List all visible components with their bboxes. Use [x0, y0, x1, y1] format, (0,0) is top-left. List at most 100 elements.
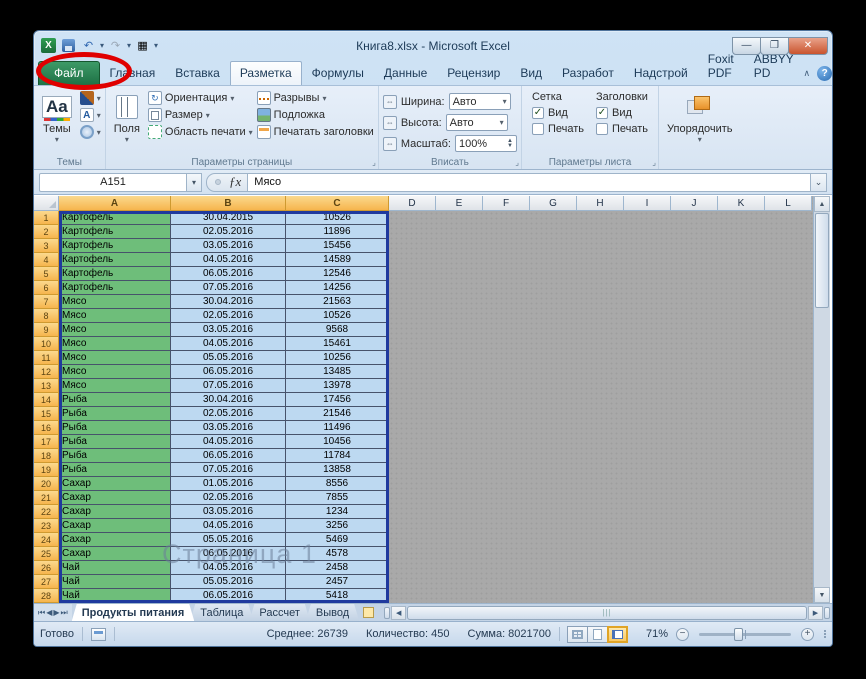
zoom-out-icon[interactable]: − [676, 628, 689, 641]
cell-value[interactable]: 11896 [286, 225, 389, 239]
cell-date[interactable]: 07.05.2016 [171, 463, 286, 477]
row-header-26[interactable]: 26 [34, 561, 59, 575]
zoom-in-icon[interactable]: + [801, 628, 814, 641]
row-header-9[interactable]: 9 [34, 323, 59, 337]
cell-value[interactable]: 15456 [286, 239, 389, 253]
name-box-dropdown-icon[interactable]: ▾ [187, 173, 202, 192]
zoom-level[interactable]: 71% [636, 628, 668, 640]
normal-view-icon[interactable] [567, 626, 588, 643]
row-header-18[interactable]: 18 [34, 449, 59, 463]
select-all-button[interactable] [34, 196, 59, 211]
checkbox-Заголовки-Вид[interactable]: ✓Вид [596, 107, 648, 119]
row-header-25[interactable]: 25 [34, 547, 59, 561]
column-header-D[interactable]: D [389, 196, 436, 211]
spinner-icon[interactable]: ▲▼ [507, 139, 513, 149]
checkbox-icon[interactable]: ✓ [596, 107, 608, 119]
cell-product[interactable]: Сахар [59, 533, 171, 547]
cell-value[interactable]: 2458 [286, 561, 389, 575]
cell-date[interactable]: 30.04.2016 [171, 393, 286, 407]
cell-value[interactable]: 13858 [286, 463, 389, 477]
cell-date[interactable]: 06.05.2016 [171, 589, 286, 603]
cell-date[interactable]: 03.05.2016 [171, 421, 286, 435]
cell-value[interactable]: 13485 [286, 365, 389, 379]
cell-product[interactable]: Картофель [59, 239, 171, 253]
formula-input[interactable]: Мясо [248, 173, 811, 192]
cell-date[interactable]: 04.05.2016 [171, 435, 286, 449]
cell-date[interactable]: 06.05.2016 [171, 449, 286, 463]
cell-product[interactable]: Мясо [59, 295, 171, 309]
theme-fonts-button[interactable]: A▾ [80, 108, 101, 122]
cell-value[interactable]: 2457 [286, 575, 389, 589]
tab-Вид[interactable]: Вид [510, 61, 552, 85]
cell-value[interactable]: 1234 [286, 505, 389, 519]
button-Ориентация[interactable]: Ориентация▾ [148, 91, 253, 105]
cell-value[interactable]: 11496 [286, 421, 389, 435]
tab-Главная[interactable]: Главная [100, 61, 166, 85]
row-header-24[interactable]: 24 [34, 533, 59, 547]
cell-product[interactable]: Чай [59, 575, 171, 589]
zoom-slider[interactable] [699, 633, 791, 636]
cell-value[interactable]: 10256 [286, 351, 389, 365]
row-header-16[interactable]: 16 [34, 421, 59, 435]
cell-product[interactable]: Мясо [59, 323, 171, 337]
scroll-down-icon[interactable]: ▼ [814, 587, 830, 603]
cell-value[interactable]: 14256 [286, 281, 389, 295]
sheet-tab-Рассчет[interactable]: Рассчет [249, 604, 310, 621]
last-sheet-icon[interactable]: ⏭ [61, 608, 68, 618]
cell-value[interactable]: 8556 [286, 477, 389, 491]
button-Печатать заголовки[interactable]: Печатать заголовки [257, 125, 374, 139]
resize-grip[interactable] [824, 630, 826, 638]
checkbox-icon[interactable] [596, 123, 608, 135]
cell-date[interactable]: 04.05.2016 [171, 253, 286, 267]
row-header-12[interactable]: 12 [34, 365, 59, 379]
close-button[interactable]: ✕ [788, 37, 828, 55]
row-header-1[interactable]: 1 [34, 211, 59, 225]
cell-date[interactable]: 02.05.2016 [171, 225, 286, 239]
row-header-23[interactable]: 23 [34, 519, 59, 533]
column-header-L[interactable]: L [765, 196, 812, 211]
cell-product[interactable]: Чай [59, 589, 171, 603]
sheet-tab-Таблица[interactable]: Таблица [190, 604, 253, 621]
cell-value[interactable]: 17456 [286, 393, 389, 407]
cell-value[interactable]: 11784 [286, 449, 389, 463]
cell-product[interactable]: Картофель [59, 253, 171, 267]
row-header-22[interactable]: 22 [34, 505, 59, 519]
vertical-scrollbar[interactable]: ▲ ▼ [813, 196, 830, 603]
cell-value[interactable]: 10526 [286, 309, 389, 323]
row-header-6[interactable]: 6 [34, 281, 59, 295]
column-header-K[interactable]: K [718, 196, 765, 211]
cell-date[interactable]: 04.05.2016 [171, 561, 286, 575]
row-header-28[interactable]: 28 [34, 589, 59, 603]
cell-product[interactable]: Картофель [59, 267, 171, 281]
tab-split-handle[interactable] [384, 607, 390, 619]
cell-date[interactable]: 01.05.2016 [171, 477, 286, 491]
column-header-G[interactable]: G [530, 196, 577, 211]
horizontal-scroll-thumb[interactable]: ||| [407, 606, 807, 620]
theme-effects-button[interactable]: ▾ [80, 125, 101, 139]
cell-product[interactable]: Сахар [59, 491, 171, 505]
tab-Формулы[interactable]: Формулы [302, 61, 374, 85]
cell-value[interactable]: 13978 [286, 379, 389, 393]
row-header-13[interactable]: 13 [34, 379, 59, 393]
cell-date[interactable]: 03.05.2016 [171, 505, 286, 519]
dialog-launcher-icon[interactable]: ⌟ [372, 158, 376, 167]
restore-button[interactable]: ❐ [760, 37, 789, 55]
tab-file[interactable]: Файл [38, 61, 100, 85]
row-header-19[interactable]: 19 [34, 463, 59, 477]
tab-Разметка[interactable]: Разметка [230, 61, 302, 85]
cell-product[interactable]: Рыба [59, 421, 171, 435]
cell-date[interactable]: 04.05.2016 [171, 337, 286, 351]
collapse-ribbon-icon[interactable]: ∧ [804, 68, 811, 79]
column-header-E[interactable]: E [436, 196, 483, 211]
row-header-8[interactable]: 8 [34, 309, 59, 323]
cell-value[interactable]: 3256 [286, 519, 389, 533]
column-header-C[interactable]: C [286, 196, 389, 211]
cell-product[interactable]: Картофель [59, 281, 171, 295]
row-header-5[interactable]: 5 [34, 267, 59, 281]
checkbox-icon[interactable] [532, 123, 544, 135]
margins-button[interactable]: Поля▾ [110, 89, 144, 155]
cell-value[interactable]: 14589 [286, 253, 389, 267]
row-header-20[interactable]: 20 [34, 477, 59, 491]
column-header-J[interactable]: J [671, 196, 718, 211]
expand-formula-bar-icon[interactable]: ⌄ [811, 173, 827, 192]
